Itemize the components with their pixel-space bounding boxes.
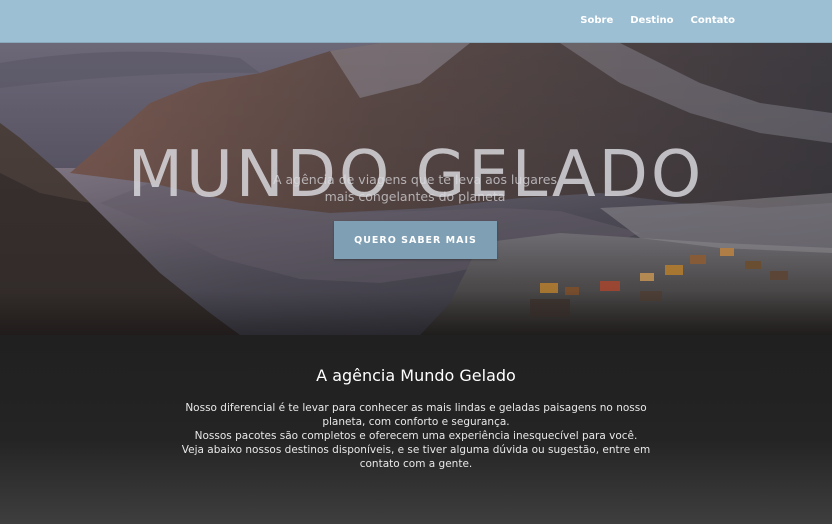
- nav-link-sobre[interactable]: Sobre: [580, 15, 613, 26]
- about-paragraph-2: Nossos pacotes são completos e oferecem …: [194, 430, 638, 442]
- navbar: Sobre Destino Contato: [0, 0, 832, 43]
- hero-subtitle: A agência de viagens que te leva aos lug…: [200, 171, 630, 205]
- nav-menu: Sobre Destino Contato: [580, 15, 735, 26]
- about-paragraph-1: Nosso diferencial é te levar para conhec…: [185, 402, 647, 428]
- nav-link-contato[interactable]: Contato: [690, 15, 735, 26]
- about-text: Nosso diferencial é te levar para conhec…: [170, 401, 662, 471]
- hero-subtitle-line2: mais congelantes do planeta: [324, 189, 506, 204]
- about-section: A agência Mundo Gelado Nosso diferencial…: [0, 335, 832, 524]
- cta-button[interactable]: QUERO SABER MAIS: [334, 221, 497, 259]
- hero-subtitle-line1: A agência de viagens que te leva aos lug…: [272, 172, 557, 187]
- nav-link-destino[interactable]: Destino: [630, 15, 673, 26]
- about-title: A agência Mundo Gelado: [316, 366, 516, 385]
- hero-banner: MUNDO GELADO A agência de viagens que te…: [0, 43, 832, 335]
- about-paragraph-3: Veja abaixo nossos destinos disponíveis,…: [181, 444, 651, 470]
